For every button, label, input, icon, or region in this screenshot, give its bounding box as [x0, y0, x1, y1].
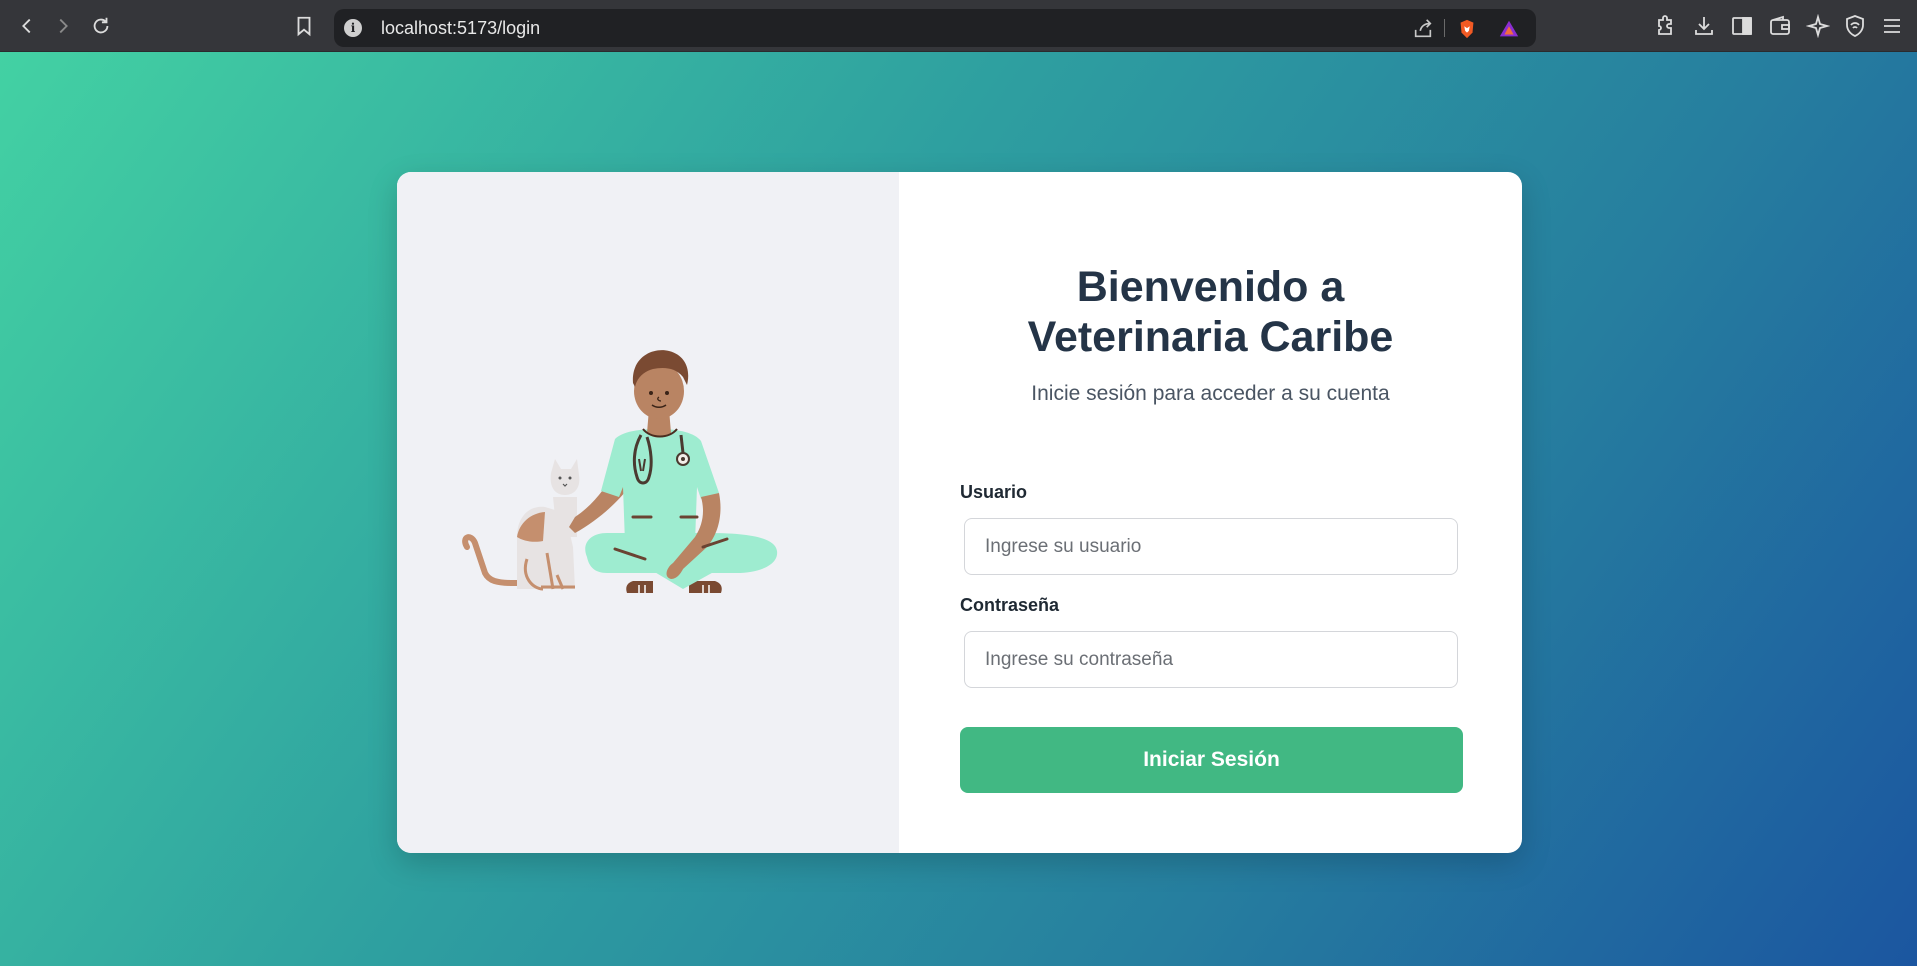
brave-rewards-icon[interactable]	[1498, 18, 1520, 40]
username-label: Usuario	[960, 482, 1028, 502]
extensions-icon[interactable]	[1653, 14, 1677, 38]
login-card: Bienvenido a Veterinaria Caribe Inicie s…	[397, 172, 1522, 853]
divider	[1444, 19, 1445, 37]
password-input[interactable]	[964, 631, 1458, 688]
login-form: Bienvenido a Veterinaria Caribe Inicie s…	[899, 172, 1522, 853]
password-label: Contraseña	[960, 595, 1060, 615]
url-text[interactable]: localhost:5173/login	[381, 18, 540, 39]
brave-shields-icon[interactable]	[1456, 18, 1478, 40]
sidebar-icon[interactable]	[1730, 14, 1754, 38]
title-line-2: Veterinaria Caribe	[1027, 313, 1394, 361]
menu-icon[interactable]	[1880, 14, 1904, 38]
title-line-1: Bienvenido a	[1076, 263, 1345, 311]
page-subtitle: Inicie sesión para acceder a su cuenta	[1031, 382, 1390, 405]
vpn-icon[interactable]	[1843, 14, 1867, 38]
browser-toolbar: i localhost:5173/login	[0, 0, 1917, 52]
address-bar[interactable]: i localhost:5173/login	[334, 9, 1536, 47]
illustration-panel	[397, 172, 899, 853]
wallet-icon[interactable]	[1768, 14, 1792, 38]
forward-icon[interactable]	[50, 13, 76, 39]
username-input[interactable]	[964, 518, 1458, 575]
reload-icon[interactable]	[88, 13, 114, 39]
site-info-icon[interactable]: i	[344, 19, 362, 37]
back-icon[interactable]	[14, 13, 40, 39]
downloads-icon[interactable]	[1692, 14, 1716, 38]
page-title: Bienvenido a Veterinaria Caribe	[899, 262, 1522, 362]
share-icon[interactable]	[1412, 18, 1434, 40]
bookmark-icon[interactable]	[293, 14, 315, 38]
vet-with-cat-illustration	[462, 350, 778, 593]
login-page: Bienvenido a Veterinaria Caribe Inicie s…	[0, 52, 1917, 966]
login-button[interactable]: Iniciar Sesión	[960, 727, 1463, 793]
leo-ai-icon[interactable]	[1805, 13, 1831, 39]
